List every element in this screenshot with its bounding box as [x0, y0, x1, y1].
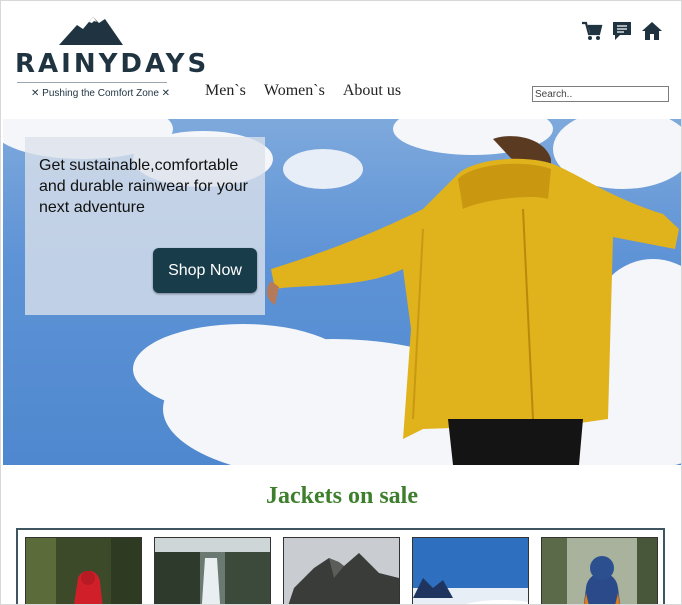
- hero-headline: Get sustainable,comfortable and durable …: [39, 157, 249, 216]
- brand-name: RAINYDAYS: [15, 49, 210, 79]
- main-nav: Men`s Women`s About us: [205, 82, 401, 100]
- product-thumbnail[interactable]: [412, 537, 529, 604]
- mountain-logo-icon: [59, 17, 123, 45]
- shop-now-button[interactable]: Shop Now: [153, 248, 257, 293]
- brand-tagline: ✕ Pushing the Comfort Zone ✕: [31, 88, 171, 99]
- home-icon[interactable]: [641, 20, 663, 42]
- page-frame: RAINYDAYS ✕ Pushing the Comfort Zone ✕ M…: [0, 0, 682, 605]
- product-thumbnail[interactable]: [283, 537, 400, 604]
- nav-item-mens[interactable]: Men`s: [205, 82, 246, 100]
- nav-item-womens[interactable]: Women`s: [264, 82, 325, 100]
- product-thumbnail[interactable]: [154, 537, 271, 604]
- product-carousel: [16, 528, 665, 604]
- nav-item-about-us[interactable]: About us: [343, 82, 401, 100]
- header-icons: [581, 20, 663, 42]
- brand-logo[interactable]: RAINYDAYS ✕ Pushing the Comfort Zone ✕: [15, 15, 206, 105]
- hero-cta-box: Get sustainable,comfortable and durable …: [25, 137, 265, 315]
- product-thumbnail[interactable]: [25, 537, 142, 604]
- sale-section-title: Jackets on sale: [266, 483, 418, 509]
- chat-icon[interactable]: [611, 20, 633, 42]
- product-thumbnail[interactable]: [541, 537, 658, 604]
- logo-divider: [17, 82, 167, 83]
- search-input[interactable]: [532, 86, 669, 102]
- cart-icon[interactable]: [581, 20, 603, 42]
- hero-banner: Get sustainable,comfortable and durable …: [3, 119, 681, 465]
